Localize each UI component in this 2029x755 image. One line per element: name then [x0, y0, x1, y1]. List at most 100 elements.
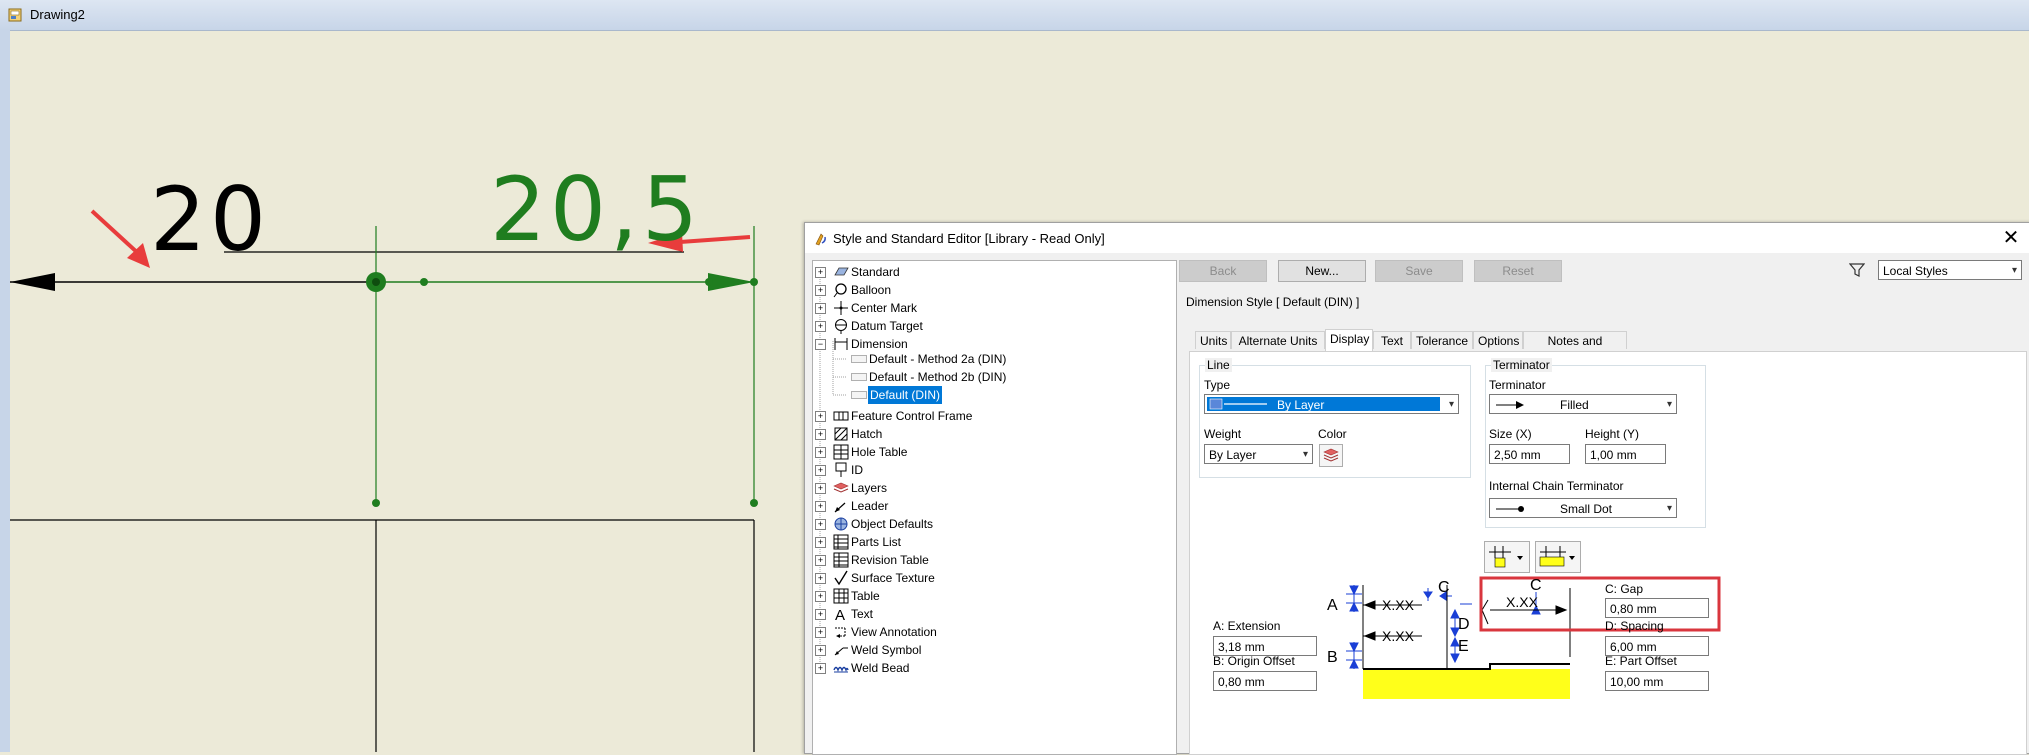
tree-item-label: Object Defaults: [851, 517, 934, 531]
expand-icon[interactable]: +: [815, 663, 826, 674]
diagram-letter-a: A: [1327, 597, 1338, 614]
expand-icon[interactable]: +: [815, 285, 826, 296]
terminator-dropdown[interactable]: Filled ▾: [1489, 394, 1677, 414]
diagram-letter-c: C: [1438, 579, 1450, 596]
extension-field[interactable]: 3,18 mm: [1213, 636, 1317, 656]
size-field[interactable]: 2,50 mm: [1489, 444, 1570, 464]
expand-icon[interactable]: +: [815, 483, 826, 494]
part-offset-field[interactable]: 10,00 mm: [1605, 671, 1709, 691]
color-picker-button[interactable]: [1319, 444, 1343, 467]
tree-item-label: ID: [851, 463, 863, 477]
close-icon[interactable]: ✕: [1998, 225, 2024, 251]
dimension-icon: [834, 338, 848, 350]
tree-item-label-selected: Default (DIN): [868, 386, 943, 404]
diagram-letter-b: B: [1327, 649, 1338, 666]
expand-icon[interactable]: +: [815, 411, 826, 422]
expand-icon[interactable]: +: [815, 573, 826, 584]
gap-label: C: Gap: [1605, 582, 1644, 596]
tree-item-label: Default - Method 2b (DIN): [869, 370, 1007, 384]
line-weight-dropdown[interactable]: By Layer ▾: [1204, 444, 1313, 464]
tab-units[interactable]: Units: [1195, 331, 1231, 349]
tree-item-label: Text: [851, 607, 874, 621]
tab-text[interactable]: Text: [1373, 331, 1411, 349]
expand-icon[interactable]: +: [815, 465, 826, 476]
tab-notes-and-leaders[interactable]: Notes and Leaders: [1523, 331, 1627, 366]
expand-icon[interactable]: +: [815, 267, 826, 278]
color-layers-icon: [1323, 448, 1339, 462]
gap-field[interactable]: 0,80 mm: [1605, 598, 1709, 618]
diagram-value-label: X.XX: [1506, 594, 1539, 610]
black-dimension-arrowhead: [10, 273, 55, 291]
grip-point[interactable]: [750, 278, 758, 286]
tab-tolerance[interactable]: Tolerance: [1411, 331, 1473, 349]
hatch-icon: [834, 427, 848, 441]
object-defaults-icon: [834, 517, 848, 531]
standard-icon: [834, 267, 849, 276]
filter-icon[interactable]: [1849, 262, 1865, 278]
spacing-label: D: Spacing: [1605, 619, 1664, 633]
tree-item-label: Hole Table: [851, 445, 908, 459]
expand-icon[interactable]: +: [815, 627, 826, 638]
style-tree[interactable]: + Standard + Balloon + Center Mark + Datum Targ…: [812, 260, 1177, 755]
chevron-down-icon: ▾: [1666, 503, 1672, 514]
expand-icon[interactable]: +: [815, 591, 826, 602]
tab-alternate-units[interactable]: Alternate Units: [1231, 331, 1325, 349]
spacing-field[interactable]: 6,00 mm: [1605, 636, 1709, 656]
style-filter-dropdown[interactable]: Local Styles ▾: [1878, 260, 2022, 280]
view-annotation-icon: [835, 627, 846, 638]
expand-icon[interactable]: +: [815, 555, 826, 566]
tree-item-label: Revision Table: [851, 553, 929, 567]
color-label: Color: [1318, 427, 1347, 441]
reset-button[interactable]: Reset: [1474, 260, 1562, 282]
chain-terminator-value: Small Dot: [1560, 502, 1613, 516]
expand-icon[interactable]: +: [815, 303, 826, 314]
tab-options[interactable]: Options: [1473, 331, 1523, 349]
expand-icon[interactable]: +: [815, 501, 826, 512]
drawing-document-icon: [8, 8, 22, 22]
height-field[interactable]: 1,00 mm: [1585, 444, 1666, 464]
tab-display[interactable]: Display: [1325, 329, 1373, 351]
feature-control-frame-icon: [833, 411, 849, 421]
diagram-letter-c-box: C: [1530, 577, 1542, 594]
tree-item-label: Datum Target: [851, 319, 923, 333]
expand-icon[interactable]: +: [815, 447, 826, 458]
tree-item-label: Default - Method 2a (DIN): [869, 352, 1007, 366]
expand-icon[interactable]: +: [815, 519, 826, 530]
origin-offset-field[interactable]: 0,80 mm: [1213, 671, 1317, 691]
line-weight-value: By Layer: [1209, 448, 1257, 462]
grip-point[interactable]: [420, 278, 428, 286]
expand-icon[interactable]: +: [815, 429, 826, 440]
extension-label: A: Extension: [1213, 619, 1281, 633]
table-icon: [833, 588, 849, 604]
filled-arrow-icon: [1496, 401, 1524, 409]
expand-icon[interactable]: +: [815, 537, 826, 548]
new-button[interactable]: New...: [1278, 260, 1366, 282]
back-button[interactable]: Back: [1179, 260, 1267, 282]
chevron-down-icon: ▾: [2011, 265, 2017, 276]
diagram-value-label: X.XX: [1382, 628, 1415, 644]
chain-terminator-dropdown[interactable]: Small Dot ▾: [1489, 498, 1677, 518]
style-editor-dialog: Style and Standard Editor [Library - Rea…: [804, 222, 2029, 755]
save-button[interactable]: Save: [1375, 260, 1463, 282]
dialog-title: Style and Standard Editor [Library - Rea…: [833, 231, 1105, 246]
chevron-down-icon: ▾: [1666, 399, 1672, 410]
dimension-value-black[interactable]: 20: [150, 176, 270, 264]
style-filter-value: Local Styles: [1883, 264, 1948, 278]
grip-point[interactable]: [750, 499, 758, 507]
line-type-dropdown[interactable]: By Layer ▾: [1204, 394, 1459, 414]
grip-point[interactable]: [372, 499, 380, 507]
terminator-label: Terminator: [1489, 378, 1546, 392]
expand-icon[interactable]: +: [815, 321, 826, 332]
grip-point[interactable]: [705, 278, 713, 286]
line-type-icon: [1209, 398, 1267, 410]
expand-icon[interactable]: +: [815, 609, 826, 620]
parts-list-icon: [833, 534, 849, 550]
dialog-title-bar: Style and Standard Editor [Library - Rea…: [805, 223, 2029, 253]
dimension-style-icon: [851, 355, 867, 363]
dimension-value-green[interactable]: 20,5: [490, 166, 702, 254]
leader-icon: [834, 502, 846, 513]
expand-icon[interactable]: +: [815, 645, 826, 656]
tree-item-label: Standard: [851, 265, 900, 279]
line-type-value: By Layer: [1277, 398, 1325, 412]
collapse-icon[interactable]: −: [815, 339, 826, 350]
